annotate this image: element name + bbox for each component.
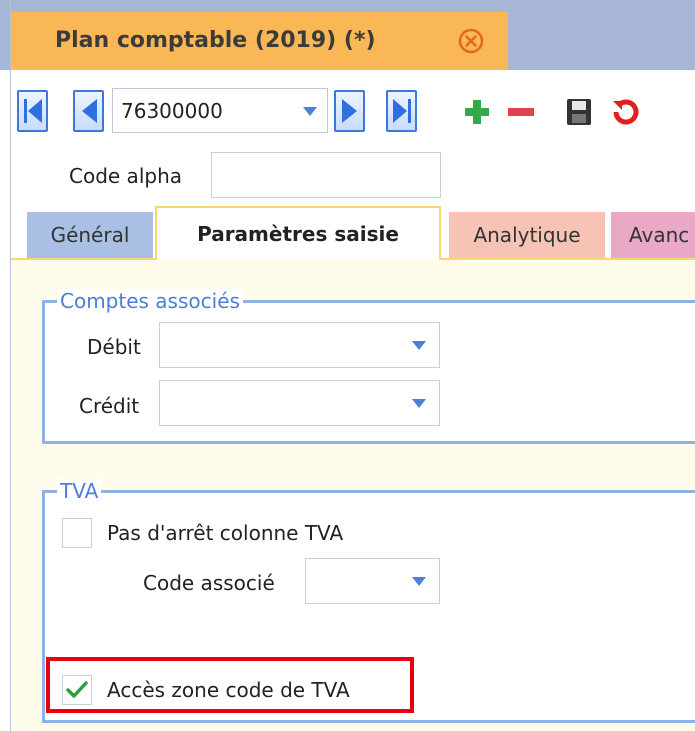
window: Plan comptable (2019) (*) 76300000 Code … <box>0 0 695 731</box>
debit-label: Débit <box>87 335 141 359</box>
debit-select[interactable] <box>159 322 440 368</box>
code-associe-select[interactable] <box>305 558 440 604</box>
save-icon <box>567 99 591 125</box>
next-record-button[interactable] <box>334 90 365 132</box>
minus-icon <box>508 108 534 116</box>
code-alpha-input[interactable] <box>211 152 441 198</box>
window-title: Plan comptable (2019) (*) <box>55 28 376 53</box>
pas-arret-checkbox[interactable] <box>62 518 92 548</box>
document-tab[interactable]: Plan comptable (2019) (*) <box>11 12 508 70</box>
code-alpha-label: Code alpha <box>69 164 182 188</box>
credit-label: Crédit <box>79 394 140 418</box>
tab-general[interactable]: Général <box>27 212 153 258</box>
previous-record-icon <box>81 99 97 123</box>
last-record-icon <box>392 99 411 123</box>
remove-button[interactable] <box>504 96 538 128</box>
credit-select[interactable] <box>159 380 440 426</box>
chevron-down-icon[interactable] <box>412 341 426 350</box>
first-record-icon <box>23 99 42 123</box>
tva-title: TVA <box>57 479 102 503</box>
add-button[interactable] <box>460 96 494 128</box>
last-record-button[interactable] <box>386 90 417 132</box>
next-record-icon <box>341 99 357 123</box>
record-selector[interactable]: 76300000 <box>112 88 328 133</box>
save-button[interactable] <box>562 96 596 128</box>
chevron-down-icon[interactable] <box>412 399 426 408</box>
tab-analytique[interactable]: Analytique <box>449 212 605 258</box>
tab-parametres-saisie[interactable]: Paramètres saisie <box>155 206 441 260</box>
record-value: 76300000 <box>121 99 223 123</box>
chevron-down-icon[interactable] <box>303 107 317 116</box>
first-record-button[interactable] <box>17 90 48 132</box>
highlight-box <box>46 657 414 713</box>
tab-avance[interactable]: Avanc <box>611 212 695 258</box>
pas-arret-label: Pas d'arrêt colonne TVA <box>107 521 344 545</box>
previous-record-button[interactable] <box>73 90 104 132</box>
undo-button[interactable] <box>608 96 642 128</box>
code-associe-label: Code associé <box>143 571 275 595</box>
undo-icon <box>613 99 639 125</box>
chevron-down-icon[interactable] <box>412 577 426 586</box>
close-circle-icon[interactable] <box>455 25 487 57</box>
comptes-associes-title: Comptes associés <box>57 289 243 313</box>
plus-icon <box>465 100 489 124</box>
